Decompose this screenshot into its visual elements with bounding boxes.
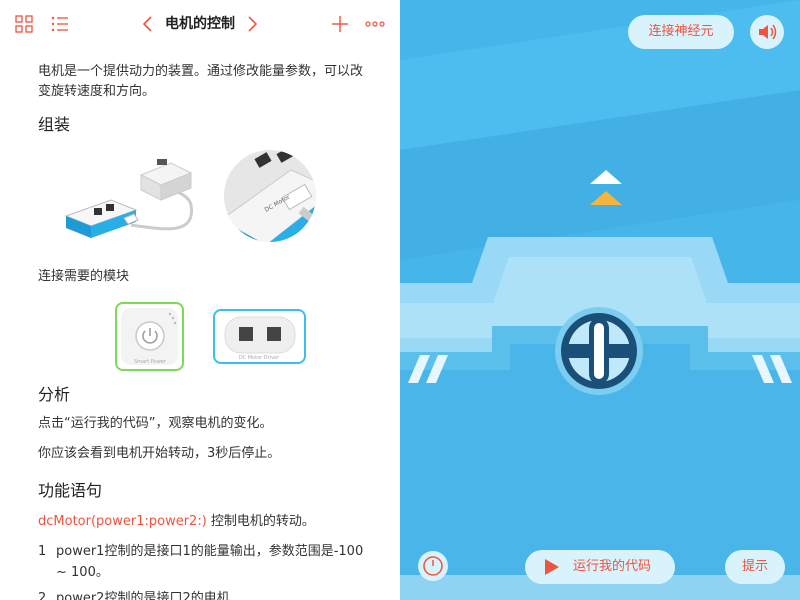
section-heading-function: 功能语句 [38,481,103,500]
page-title: 电机的控制 [165,16,235,32]
function-description: 控制电机的转动。 [206,514,315,529]
modules-label: 连接需要的模块 [38,269,130,284]
dc-motor-driver-module[interactable]: DC Motor Driver [213,309,306,364]
list-item-text: power1控制的是接口1的能量输出，参数范围是-100 ~ 100。 [56,544,364,580]
hint-button[interactable]: 提示 [725,550,785,584]
function-statement: dcMotor(power1:power2:) 控制电机的转动。 [38,512,315,532]
motor-driver-icon: DC Motor Driver [224,316,296,361]
section-heading-analysis: 分析 [38,385,71,404]
stage-panel: 连接神经元 运行我的代码 提示 [400,0,800,600]
top-bar: 电机的控制 [0,0,400,48]
list-icon[interactable] [50,14,70,34]
speaker-icon [759,24,777,40]
lesson-panel: 电机的控制 电机是一个提供动力的装置。通过修改能量参数，可以改变旋转速度和方向。… [0,0,400,600]
more-icon[interactable] [364,14,386,34]
module-cable-illustration [64,159,193,238]
list-item: 2 power2控制的是接口2的电机 [38,588,368,600]
analysis-text-1: 点击“运行我的代码”，观察电机的变化。 [38,416,273,431]
list-item-number: 1 [38,544,47,559]
connect-neuron-button[interactable]: 连接神经元 [628,15,734,49]
svg-text:Smart Power: Smart Power [134,359,167,365]
stage-background [400,0,800,600]
list-item: 1 power1控制的是接口1的能量输出，参数范围是-100 ~ 100。 [38,541,368,583]
motor-dial [555,307,643,395]
connector-zoom-illustration: DC Motor [224,150,316,242]
plus-icon[interactable] [330,14,350,34]
run-code-button[interactable]: 运行我的代码 [525,550,675,584]
power-button-icon: Smart Power [121,308,178,365]
list-item-text: power2控制的是接口2的电机 [56,591,230,600]
chevron-left-icon[interactable] [138,14,158,34]
smart-power-module[interactable]: Smart Power [115,302,184,371]
speed-button[interactable] [418,551,448,581]
assembly-illustration: DC Motor [64,150,316,242]
analysis-text-2: 你应该会看到电机开始转动，3秒后停止。 [38,446,281,461]
function-code[interactable]: dcMotor(power1:power2:) [38,514,207,529]
run-code-label: 运行我的代码 [573,559,652,574]
svg-text:DC Motor Driver: DC Motor Driver [239,355,280,361]
chevron-right-icon[interactable] [242,14,262,34]
play-icon [545,559,559,575]
speedometer-icon [423,556,443,576]
sound-button[interactable] [750,15,784,49]
intro-text: 电机是一个提供动力的装置。通过修改能量参数，可以改变旋转速度和方向。 [38,64,364,99]
list-item-number: 2 [38,591,47,600]
grid-icon[interactable] [14,14,34,34]
section-heading-assemble: 组装 [38,115,71,134]
